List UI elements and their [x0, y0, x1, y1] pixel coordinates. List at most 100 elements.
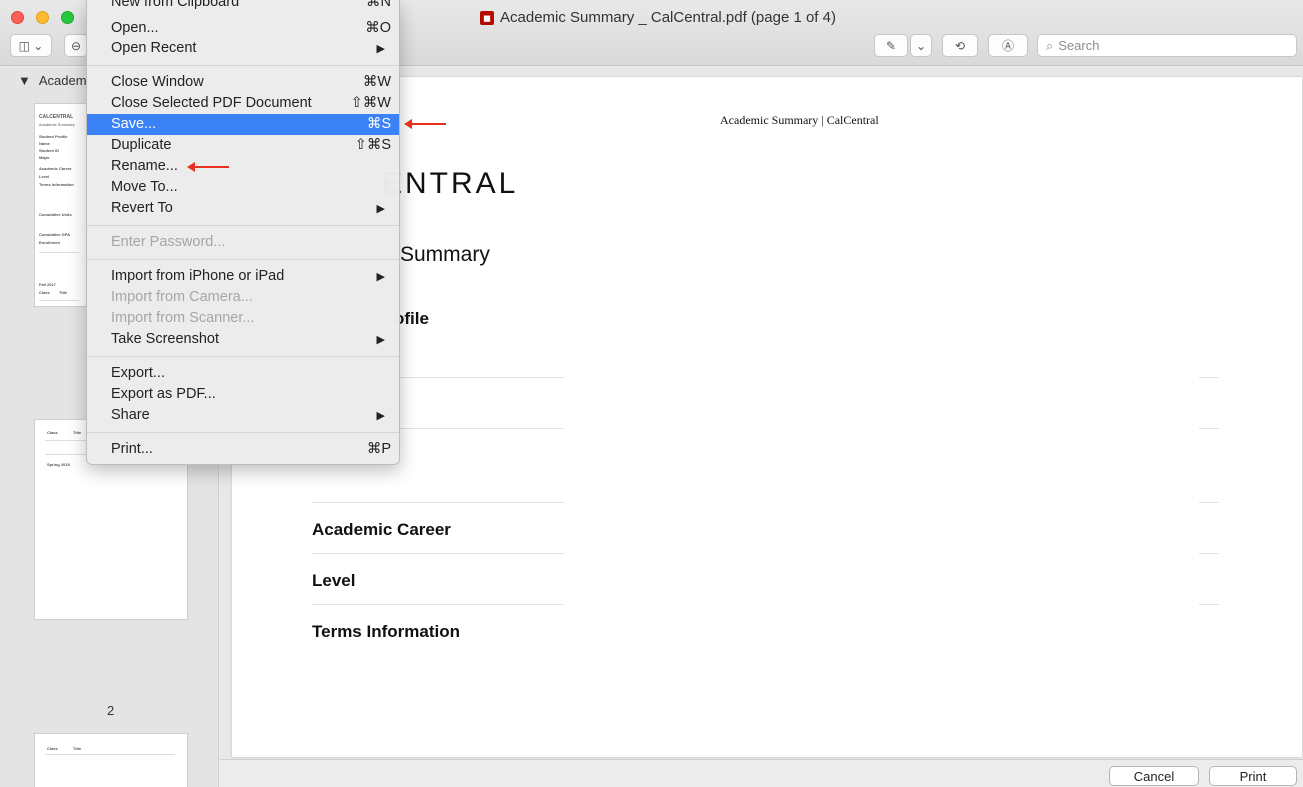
menu-item-revert-to[interactable]: Revert To ▶ — [87, 198, 399, 219]
thumbnail-page-number: 2 — [107, 703, 115, 718]
menu-item-take-screenshot[interactable]: Take Screenshot ▶ — [87, 329, 399, 350]
annotation-arrow-save — [404, 119, 446, 129]
label-terms-information: Terms Information — [312, 622, 460, 641]
close-window-button[interactable] — [11, 11, 24, 24]
menu-item-export-as-pdf[interactable]: Export as PDF... — [87, 384, 399, 405]
markup-dropdown-button[interactable]: ⌄ — [910, 34, 932, 57]
minimize-window-button[interactable] — [36, 11, 49, 24]
menu-item-close-selected-pdf[interactable]: Close Selected PDF Document ⇧⌘W — [87, 93, 399, 114]
menu-item-label: Rename... — [111, 158, 178, 174]
menu-separator — [87, 65, 399, 66]
thumb-row: Spring 2018 — [47, 462, 70, 467]
menu-separator — [87, 259, 399, 260]
menu-item-open-recent[interactable]: Open Recent ▶ — [87, 38, 399, 59]
submenu-arrow-icon: ▶ — [376, 410, 385, 422]
menu-item-duplicate[interactable]: Duplicate ⇧⌘S — [87, 135, 399, 156]
menu-item-label: Import from iPhone or iPad — [111, 268, 285, 284]
menu-item-import-scanner: Import from Scanner... — [87, 308, 399, 329]
thumb-row: Academic Career — [39, 166, 72, 171]
zoom-out-button[interactable]: ⊖ — [64, 34, 88, 57]
menu-item-open[interactable]: Open... ⌘O — [87, 18, 399, 39]
thumb-row: Major — [39, 155, 50, 160]
menu-item-share[interactable]: Share ▶ — [87, 405, 399, 426]
menu-item-enter-password: Enter Password... — [87, 232, 399, 253]
pdf-file-icon: ◼ — [480, 10, 494, 25]
pen-icon: ✎ — [885, 38, 897, 53]
menu-item-label: Duplicate — [111, 137, 172, 153]
menu-item-import-iphone[interactable]: Import from iPhone or iPad ▶ — [87, 266, 399, 287]
menu-item-label: Take Screenshot — [111, 331, 220, 347]
menu-item-import-camera: Import from Camera... — [87, 287, 399, 308]
thumb-row: Cumulative Units — [39, 212, 72, 217]
menu-item-print[interactable]: Print... ⌘P — [87, 439, 399, 460]
menu-item-label: Import from Camera... — [111, 289, 253, 305]
menu-item-save[interactable]: Save... ⌘S — [87, 114, 399, 135]
thumb-row: Class — [47, 430, 58, 435]
submenu-arrow-icon: ▶ — [376, 203, 385, 215]
menu-item-shortcut: ⌘S — [366, 116, 391, 132]
thumb-row: Name — [39, 141, 50, 146]
menu-item-export[interactable]: Export... — [87, 363, 399, 384]
menu-item-label: Close Selected PDF Document — [111, 95, 312, 111]
menu-item-close-window[interactable]: Close Window ⌘W — [87, 72, 399, 93]
menu-item-label: Export as PDF... — [111, 386, 216, 402]
page-header-text: Academic Summary | CalCentral — [720, 113, 879, 127]
menu-item-new-from-clipboard[interactable]: New from Clipboard ⌘N — [87, 0, 399, 13]
menu-item-shortcut: ⌘W — [362, 74, 391, 90]
thumb-brand: CALCENTRAL — [39, 114, 74, 120]
row-divider — [312, 604, 564, 605]
disclosure-triangle-icon: ▼ — [18, 73, 31, 88]
thumb-row: Title — [73, 430, 82, 435]
menu-item-label: Import from Scanner... — [111, 310, 255, 326]
thumb-line — [39, 300, 79, 301]
thumb-row: Fall 2017 — [39, 282, 56, 287]
sidebar-toggle-button[interactable]: ◫ ⌄ — [10, 34, 52, 57]
markup-circle-icon: Ⓐ — [1001, 39, 1014, 53]
thumb-row: Title — [73, 746, 82, 751]
menu-item-label: Save... — [111, 116, 157, 132]
thumb-line — [45, 754, 175, 755]
row-divider — [1199, 428, 1219, 429]
rotate-button[interactable]: ⟲ — [942, 34, 978, 57]
markup-pen-button[interactable]: ✎ — [874, 34, 908, 57]
file-menu: New from Clipboard ⌘N Open... ⌘O Open Re… — [86, 0, 400, 465]
thumb-row: Class — [47, 746, 58, 751]
row-divider — [1199, 377, 1219, 378]
submenu-arrow-icon: ▶ — [376, 271, 385, 283]
markup-toolbar-button[interactable]: Ⓐ — [988, 34, 1028, 57]
window-title: ◼ Academic Summary _ CalCentral.pdf (pag… — [480, 9, 836, 26]
menu-item-label: Move To... — [111, 179, 178, 195]
sidebar-document-name: Academ — [38, 73, 87, 88]
thumb-line — [39, 252, 79, 253]
thumb-row: Title — [59, 290, 68, 295]
menu-item-label: Print... — [111, 441, 153, 457]
sidebar-document-header[interactable]: ▼ Academ — [18, 73, 87, 88]
thumb-row: Student Profile — [39, 134, 68, 139]
search-input[interactable]: ⌕ Search — [1037, 34, 1297, 57]
thumb-row: Terms Information — [39, 182, 74, 187]
chevron-down-icon: ⌄ — [915, 38, 927, 53]
menu-item-label: Enter Password... — [111, 234, 226, 250]
submenu-arrow-icon: ▶ — [376, 334, 385, 346]
menu-separator — [87, 432, 399, 433]
thumb-title: Academic Summary — [39, 122, 75, 127]
menu-separator — [87, 225, 399, 226]
rotate-icon: ⟲ — [954, 38, 966, 53]
row-divider — [312, 553, 564, 554]
page-thumbnail-3[interactable]: Class Title — [34, 733, 188, 787]
menu-item-move-to[interactable]: Move To... — [87, 177, 399, 198]
cancel-button[interactable]: Cancel — [1109, 766, 1199, 786]
menu-item-label: Close Window — [111, 74, 204, 90]
menu-item-shortcut: ⇧⌘S — [354, 137, 391, 153]
search-placeholder: Search — [1058, 38, 1100, 53]
label-academic-career: Academic Career — [312, 520, 451, 539]
thumb-row: Cumulative GPA — [39, 232, 71, 237]
print-button[interactable]: Print — [1209, 766, 1297, 786]
menu-item-rename[interactable]: Rename... — [87, 156, 399, 177]
menu-item-label: New from Clipboard — [111, 0, 240, 10]
zoom-window-button[interactable] — [61, 11, 74, 24]
menu-item-shortcut: ⇧⌘W — [350, 95, 391, 111]
sidebar-icon: ◫ ⌄ — [18, 38, 44, 53]
thumb-row: Student ID — [39, 148, 59, 153]
menu-item-label: Open Recent — [111, 40, 197, 56]
